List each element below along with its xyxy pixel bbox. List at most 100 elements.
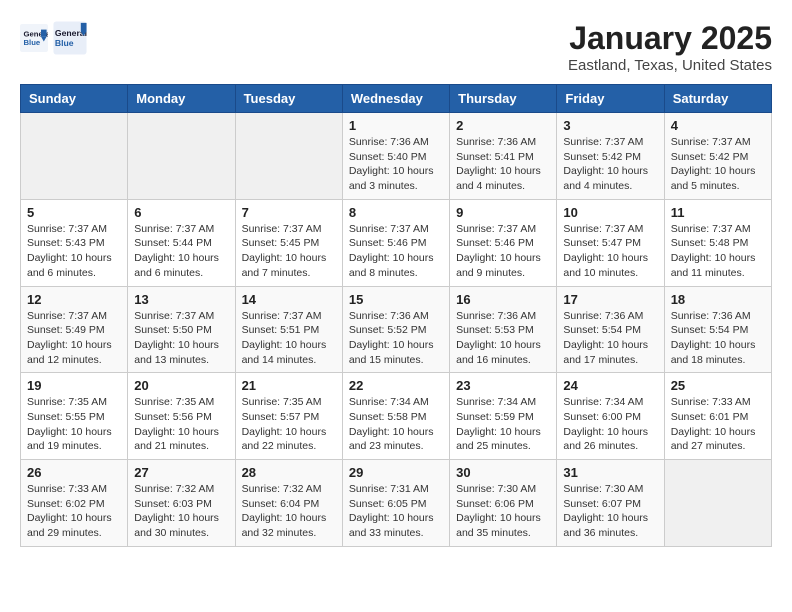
day-number: 16 <box>456 292 550 307</box>
logo-icon: General Blue <box>20 24 48 52</box>
calendar-cell: 1 Sunrise: 7:36 AMSunset: 5:40 PMDaylight… <box>342 113 449 200</box>
calendar-cell <box>128 113 235 200</box>
calendar-cell: 28Sunrise: 7:32 AMSunset: 6:04 PMDayligh… <box>235 460 342 547</box>
calendar-cell <box>235 113 342 200</box>
day-info: Sunrise: 7:33 AMSunset: 6:01 PMDaylight:… <box>671 395 765 454</box>
day-info: Sunrise: 7:37 AMSunset: 5:46 PMDaylight:… <box>349 222 443 281</box>
header-thursday: Thursday <box>450 85 557 113</box>
calendar-cell: 7 Sunrise: 7:37 AMSunset: 5:45 PMDaylight… <box>235 199 342 286</box>
day-number: 30 <box>456 465 550 480</box>
day-info: Sunrise: 7:32 AMSunset: 6:04 PMDaylight:… <box>242 482 336 541</box>
header-friday: Friday <box>557 85 664 113</box>
calendar-cell: 16 Sunrise: 7:36 AMSunset: 5:53 PMDayligh… <box>450 286 557 373</box>
day-info: Sunrise: 7:30 AMSunset: 6:07 PMDaylight:… <box>563 482 657 541</box>
day-info: Sunrise: 7:37 AMSunset: 5:42 PMDaylight:… <box>671 135 765 194</box>
day-info: Sunrise: 7:37 AMSunset: 5:48 PMDaylight:… <box>671 222 765 281</box>
day-number: 4 <box>671 118 765 133</box>
day-number: 6 <box>134 205 228 220</box>
day-info: Sunrise: 7:37 AMSunset: 5:45 PMDaylight:… <box>242 222 336 281</box>
calendar-cell <box>21 113 128 200</box>
calendar-cell: 30 Sunrise: 7:30 AMSunset: 6:06 PMDayligh… <box>450 460 557 547</box>
day-info: Sunrise: 7:37 AMSunset: 5:46 PMDaylight:… <box>456 222 550 281</box>
day-info: Sunrise: 7:34 AMSunset: 6:00 PMDaylight:… <box>563 395 657 454</box>
calendar-cell: 26Sunrise: 7:33 AMSunset: 6:02 PMDayligh… <box>21 460 128 547</box>
general-blue-logo-graphic: General Blue <box>52 20 88 56</box>
calendar-cell: 22Sunrise: 7:34 AMSunset: 5:58 PMDayligh… <box>342 373 449 460</box>
day-number: 8 <box>349 205 443 220</box>
calendar-cell: 20Sunrise: 7:35 AMSunset: 5:56 PMDayligh… <box>128 373 235 460</box>
header-tuesday: Tuesday <box>235 85 342 113</box>
day-info: Sunrise: 7:36 AMSunset: 5:40 PMDaylight:… <box>349 135 443 194</box>
day-number: 23 <box>456 378 550 393</box>
day-number: 24 <box>563 378 657 393</box>
calendar-table: Sunday Monday Tuesday Wednesday Thursday… <box>20 84 772 547</box>
calendar-cell: 13 Sunrise: 7:37 AMSunset: 5:50 PMDayligh… <box>128 286 235 373</box>
day-info: Sunrise: 7:36 AMSunset: 5:52 PMDaylight:… <box>349 309 443 368</box>
calendar-cell: 14Sunrise: 7:37 AMSunset: 5:51 PMDayligh… <box>235 286 342 373</box>
day-info: Sunrise: 7:36 AMSunset: 5:53 PMDaylight:… <box>456 309 550 368</box>
day-number: 15 <box>349 292 443 307</box>
day-info: Sunrise: 7:37 AMSunset: 5:50 PMDaylight:… <box>134 309 228 368</box>
calendar-cell: 10 Sunrise: 7:37 AMSunset: 5:47 PMDayligh… <box>557 199 664 286</box>
calendar-subtitle: Eastland, Texas, United States <box>568 57 772 74</box>
day-number: 3 <box>563 118 657 133</box>
day-number: 12 <box>27 292 121 307</box>
week-row-1: 1 Sunrise: 7:36 AMSunset: 5:40 PMDaylight… <box>21 113 772 200</box>
days-header-row: Sunday Monday Tuesday Wednesday Thursday… <box>21 85 772 113</box>
day-number: 22 <box>349 378 443 393</box>
day-number: 13 <box>134 292 228 307</box>
week-row-2: 5Sunrise: 7:37 AMSunset: 5:43 PMDaylight… <box>21 199 772 286</box>
calendar-cell: 2Sunrise: 7:36 AMSunset: 5:41 PMDaylight… <box>450 113 557 200</box>
calendar-cell: 27Sunrise: 7:32 AMSunset: 6:03 PMDayligh… <box>128 460 235 547</box>
day-number: 1 <box>349 118 443 133</box>
calendar-cell: 17 Sunrise: 7:36 AMSunset: 5:54 PMDayligh… <box>557 286 664 373</box>
title-block: January 2025 Eastland, Texas, United Sta… <box>568 20 772 74</box>
calendar-title: January 2025 <box>568 20 772 57</box>
calendar-cell: 19Sunrise: 7:35 AMSunset: 5:55 PMDayligh… <box>21 373 128 460</box>
svg-text:Blue: Blue <box>55 38 74 48</box>
day-info: Sunrise: 7:30 AMSunset: 6:06 PMDaylight:… <box>456 482 550 541</box>
header-monday: Monday <box>128 85 235 113</box>
day-number: 11 <box>671 205 765 220</box>
calendar-cell: 29 Sunrise: 7:31 AMSunset: 6:05 PMDayligh… <box>342 460 449 547</box>
calendar-cell: 21 Sunrise: 7:35 AMSunset: 5:57 PMDayligh… <box>235 373 342 460</box>
day-info: Sunrise: 7:37 AMSunset: 5:43 PMDaylight:… <box>27 222 121 281</box>
day-number: 29 <box>349 465 443 480</box>
day-info: Sunrise: 7:37 AMSunset: 5:47 PMDaylight:… <box>563 222 657 281</box>
day-number: 17 <box>563 292 657 307</box>
calendar-cell: 11 Sunrise: 7:37 AMSunset: 5:48 PMDayligh… <box>664 199 771 286</box>
day-info: Sunrise: 7:34 AMSunset: 5:59 PMDaylight:… <box>456 395 550 454</box>
calendar-cell: 24 Sunrise: 7:34 AMSunset: 6:00 PMDayligh… <box>557 373 664 460</box>
day-info: Sunrise: 7:36 AMSunset: 5:54 PMDaylight:… <box>671 309 765 368</box>
calendar-cell: 12 Sunrise: 7:37 AMSunset: 5:49 PMDayligh… <box>21 286 128 373</box>
day-info: Sunrise: 7:37 AMSunset: 5:44 PMDaylight:… <box>134 222 228 281</box>
day-info: Sunrise: 7:37 AMSunset: 5:42 PMDaylight:… <box>563 135 657 194</box>
day-info: Sunrise: 7:33 AMSunset: 6:02 PMDaylight:… <box>27 482 121 541</box>
day-info: Sunrise: 7:37 AMSunset: 5:49 PMDaylight:… <box>27 309 121 368</box>
header-sunday: Sunday <box>21 85 128 113</box>
day-info: Sunrise: 7:31 AMSunset: 6:05 PMDaylight:… <box>349 482 443 541</box>
calendar-cell: 4 Sunrise: 7:37 AMSunset: 5:42 PMDaylight… <box>664 113 771 200</box>
calendar-cell: 25Sunrise: 7:33 AMSunset: 6:01 PMDayligh… <box>664 373 771 460</box>
day-info: Sunrise: 7:36 AMSunset: 5:54 PMDaylight:… <box>563 309 657 368</box>
day-info: Sunrise: 7:32 AMSunset: 6:03 PMDaylight:… <box>134 482 228 541</box>
calendar-cell <box>664 460 771 547</box>
calendar-cell: 18 Sunrise: 7:36 AMSunset: 5:54 PMDayligh… <box>664 286 771 373</box>
header-saturday: Saturday <box>664 85 771 113</box>
day-number: 21 <box>242 378 336 393</box>
day-number: 14 <box>242 292 336 307</box>
page-header: General Blue General Blue January 2025 E… <box>20 20 772 74</box>
day-number: 18 <box>671 292 765 307</box>
calendar-cell: 23 Sunrise: 7:34 AMSunset: 5:59 PMDayligh… <box>450 373 557 460</box>
day-info: Sunrise: 7:35 AMSunset: 5:55 PMDaylight:… <box>27 395 121 454</box>
svg-text:Blue: Blue <box>24 38 41 47</box>
calendar-cell: 6 Sunrise: 7:37 AMSunset: 5:44 PMDaylight… <box>128 199 235 286</box>
day-info: Sunrise: 7:35 AMSunset: 5:57 PMDaylight:… <box>242 395 336 454</box>
header-wednesday: Wednesday <box>342 85 449 113</box>
week-row-3: 12 Sunrise: 7:37 AMSunset: 5:49 PMDayligh… <box>21 286 772 373</box>
day-number: 7 <box>242 205 336 220</box>
calendar-cell: 15 Sunrise: 7:36 AMSunset: 5:52 PMDayligh… <box>342 286 449 373</box>
day-number: 2 <box>456 118 550 133</box>
day-number: 31 <box>563 465 657 480</box>
day-number: 10 <box>563 205 657 220</box>
